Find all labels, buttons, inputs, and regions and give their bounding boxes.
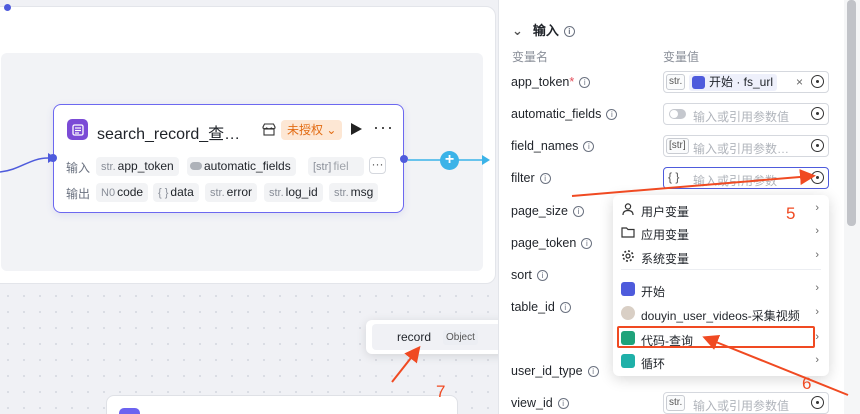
annotation-arrows	[391, 169, 849, 396]
annotation-6: 6	[802, 374, 812, 393]
annotation-7: 7	[436, 382, 446, 401]
annotation-5: 5	[786, 204, 796, 223]
